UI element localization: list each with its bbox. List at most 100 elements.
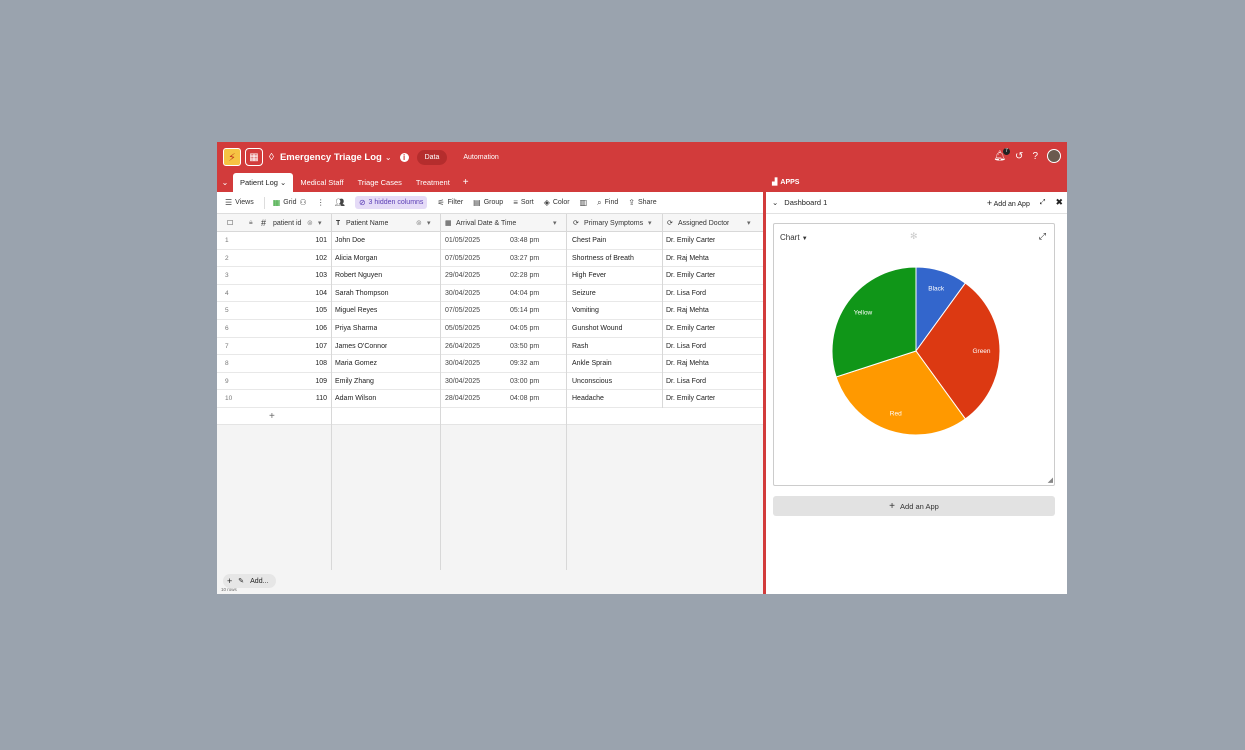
- column-header-doctor[interactable]: Assigned Doctor: [678, 214, 729, 232]
- table-row[interactable]: 4 104 Sarah Thompson 30/04/2025 04:04 pm Seiz…: [217, 284, 763, 303]
- base-title[interactable]: Emergency Triage Log: [280, 152, 382, 163]
- add-app-button[interactable]: + Add an App: [987, 198, 1030, 208]
- cell-symptom[interactable]: Gunshot Wound: [572, 320, 622, 337]
- more-icon[interactable]: ⋮: [317, 198, 325, 207]
- group-button[interactable]: ▤ Group: [473, 198, 503, 207]
- column-header-patient-id[interactable]: patient id: [273, 214, 301, 232]
- cell-patient-id[interactable]: 102: [287, 250, 327, 267]
- chevron-down-icon[interactable]: ▾: [553, 214, 557, 232]
- cell-arrival-date[interactable]: 30/04/2025: [445, 355, 480, 372]
- cell-doctor[interactable]: Dr. Emily Carter: [666, 267, 715, 284]
- cell-symptom[interactable]: High Fever: [572, 267, 606, 284]
- cell-patient-id[interactable]: 106: [287, 320, 327, 337]
- views-button[interactable]: ☰ Views: [225, 198, 254, 207]
- find-button[interactable]: ⌕ Find: [597, 198, 618, 208]
- column-header-arrival[interactable]: Arrival Date & Time: [456, 214, 516, 232]
- cell-arrival-time[interactable]: 04:08 pm: [510, 390, 539, 407]
- close-icon[interactable]: ✖: [1055, 197, 1063, 208]
- cell-patient-name[interactable]: John Doe: [335, 232, 365, 249]
- cell-arrival-time[interactable]: 04:05 pm: [510, 320, 539, 337]
- cell-arrival-date[interactable]: 30/04/2025: [445, 285, 480, 302]
- tabs-menu-icon[interactable]: ⌄: [217, 172, 233, 192]
- cell-patient-id[interactable]: 110: [287, 390, 327, 407]
- cell-doctor[interactable]: Dr. Lisa Ford: [666, 338, 706, 355]
- cell-patient-name[interactable]: Miguel Reyes: [335, 302, 377, 319]
- cell-arrival-time[interactable]: 03:00 pm: [510, 373, 539, 390]
- chevron-down-icon[interactable]: ⌄: [385, 153, 392, 162]
- cell-arrival-date[interactable]: 30/04/2025: [445, 373, 480, 390]
- collaborators-icon[interactable]: 👥︎: [335, 198, 345, 207]
- cell-arrival-date[interactable]: 29/04/2025: [445, 267, 480, 284]
- add-app-large-button[interactable]: + Add an App: [773, 496, 1055, 516]
- cell-patient-name[interactable]: Maria Gomez: [335, 355, 377, 372]
- cell-patient-id[interactable]: 107: [287, 338, 327, 355]
- cell-patient-id[interactable]: 105: [287, 302, 327, 319]
- chevron-down-icon[interactable]: ▾: [427, 214, 431, 232]
- chevron-down-icon[interactable]: ▾: [318, 214, 322, 232]
- cell-arrival-time[interactable]: 03:50 pm: [510, 338, 539, 355]
- cell-symptom[interactable]: Headache: [572, 390, 604, 407]
- share-button[interactable]: ⇪ Share: [628, 198, 656, 207]
- chevron-down-icon[interactable]: ⌄: [772, 198, 778, 207]
- cell-arrival-time[interactable]: 04:04 pm: [510, 285, 539, 302]
- cell-symptom[interactable]: Shortness of Breath: [572, 250, 634, 267]
- tab-medical-staff[interactable]: Medical Staff: [293, 172, 350, 192]
- select-all-checkbox[interactable]: ☐: [227, 214, 233, 232]
- table-row[interactable]: 10 110 Adam Wilson 28/04/2025 04:08 pm Headac…: [217, 390, 763, 408]
- add-record-button[interactable]: + ✎ Add...: [223, 574, 277, 588]
- cell-symptom[interactable]: Rash: [572, 338, 588, 355]
- color-button[interactable]: ◈ Color: [544, 198, 570, 207]
- tab-treatment[interactable]: Treatment: [409, 172, 457, 192]
- cell-doctor[interactable]: Dr. Raj Mehta: [666, 302, 709, 319]
- cell-symptom[interactable]: Unconscious: [572, 373, 612, 390]
- cell-arrival-date[interactable]: 26/04/2025: [445, 338, 480, 355]
- cell-patient-id[interactable]: 103: [287, 267, 327, 284]
- cell-patient-name[interactable]: Sarah Thompson: [335, 285, 389, 302]
- cell-patient-name[interactable]: James O'Connor: [335, 338, 387, 355]
- cell-patient-name[interactable]: Adam Wilson: [335, 390, 376, 407]
- chevron-down-icon[interactable]: ▾: [648, 214, 652, 232]
- cell-patient-id[interactable]: 104: [287, 285, 327, 302]
- cell-doctor[interactable]: Dr. Raj Mehta: [666, 250, 709, 267]
- cell-arrival-time[interactable]: 03:27 pm: [510, 250, 539, 267]
- cell-arrival-date[interactable]: 01/05/2025: [445, 232, 480, 249]
- tab-patient-log[interactable]: Patient Log ⌄: [233, 173, 294, 192]
- grid-view-button[interactable]: ▦ Grid ⚇: [273, 198, 307, 207]
- cell-patient-name[interactable]: Alicia Morgan: [335, 250, 377, 267]
- tab-triage-cases[interactable]: Triage Cases: [351, 172, 409, 192]
- row-height-icon[interactable]: ▥: [580, 198, 588, 207]
- avatar[interactable]: [1047, 149, 1061, 163]
- app-logo-icon[interactable]: ⚡: [223, 148, 241, 166]
- cell-arrival-time[interactable]: 05:14 pm: [510, 302, 539, 319]
- resize-handle-icon[interactable]: ◢: [1048, 476, 1053, 484]
- expand-icon[interactable]: ⤢: [1040, 199, 1046, 207]
- add-row-button[interactable]: +: [217, 408, 763, 425]
- add-tab-icon[interactable]: +: [457, 172, 475, 192]
- filter-button[interactable]: ⚟ Filter: [437, 198, 463, 207]
- chevron-down-icon[interactable]: ▾: [747, 214, 751, 232]
- cell-patient-id[interactable]: 109: [287, 373, 327, 390]
- table-row[interactable]: 7 107 James O'Connor 26/04/2025 03:50 pm Rash…: [217, 337, 763, 356]
- dashboard-title[interactable]: Dashboard 1: [784, 198, 827, 207]
- cell-arrival-date[interactable]: 28/04/2025: [445, 390, 480, 407]
- cell-arrival-date[interactable]: 05/05/2025: [445, 320, 480, 337]
- cell-arrival-date[interactable]: 07/05/2025: [445, 302, 480, 319]
- history-icon[interactable]: ↺: [1015, 151, 1023, 162]
- cell-arrival-time[interactable]: 09:32 am: [510, 355, 539, 372]
- table-row[interactable]: 6 106 Priya Sharma 05/05/2025 04:05 pm Gunsho…: [217, 320, 763, 338]
- table-row[interactable]: 1 101 John Doe 01/05/2025 03:48 pm Chest Pain…: [217, 232, 763, 250]
- bell-icon[interactable]: 🔔︎ 7: [993, 147, 1011, 162]
- cell-arrival-time[interactable]: 02:28 pm: [510, 267, 539, 284]
- help-icon[interactable]: ?: [1032, 151, 1038, 162]
- column-header-symptoms[interactable]: Primary Symptoms: [584, 214, 643, 232]
- cell-arrival-time[interactable]: 03:48 pm: [510, 232, 539, 249]
- cell-arrival-date[interactable]: 07/05/2025: [445, 250, 480, 267]
- apps-grid-icon[interactable]: ▦: [245, 148, 263, 166]
- cell-doctor[interactable]: Dr. Lisa Ford: [666, 373, 706, 390]
- cell-doctor[interactable]: Dr. Lisa Ford: [666, 285, 706, 302]
- cell-patient-name[interactable]: Robert Nguyen: [335, 267, 382, 284]
- cell-symptom[interactable]: Vomiting: [572, 302, 599, 319]
- cell-doctor[interactable]: Dr. Emily Carter: [666, 320, 715, 337]
- cell-doctor[interactable]: Dr. Emily Carter: [666, 232, 715, 249]
- table-row[interactable]: 9 109 Emily Zhang 30/04/2025 03:00 pm Unconsc…: [217, 372, 763, 391]
